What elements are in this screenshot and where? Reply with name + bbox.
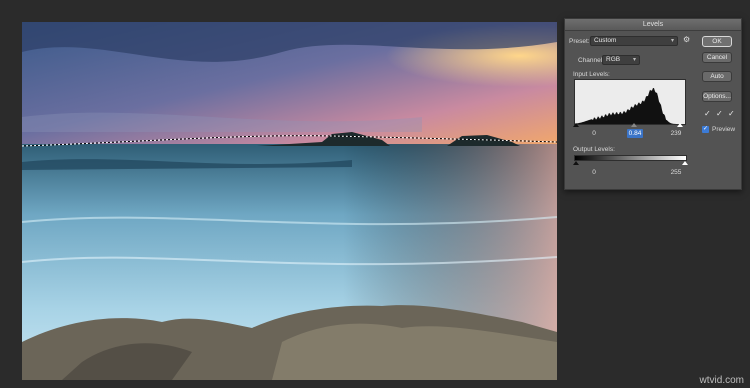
output-levels-label: Output Levels: (573, 146, 615, 153)
options-button[interactable]: Options... (702, 91, 732, 102)
gray-eyedropper-icon[interactable]: ✓ (716, 109, 723, 118)
white-eyedropper-icon[interactable]: ✓ (728, 109, 735, 118)
image-canvas[interactable] (22, 22, 557, 380)
input-levels-label: Input Levels: (573, 71, 610, 78)
histogram-graph (575, 88, 685, 124)
black-eyedropper-icon[interactable]: ✓ (704, 109, 711, 118)
input-black-slider[interactable] (573, 123, 579, 127)
preset-label: Preset: (569, 38, 590, 45)
channel-label: Channel: (578, 57, 605, 64)
preset-value: Custom (594, 37, 617, 44)
levels-dialog: Levels Preset: Custom ▾ ⚙ Channel: RGB ▾… (564, 18, 742, 190)
chevron-down-icon: ▾ (632, 57, 636, 63)
preview-label: Preview (712, 126, 736, 133)
preset-select[interactable]: Custom ▾ (590, 36, 678, 46)
output-white-field[interactable]: 255 (668, 168, 684, 177)
channel-select[interactable]: RGB ▾ (602, 55, 640, 65)
watermark: wtvid.com (699, 375, 744, 386)
input-gamma-slider[interactable] (631, 123, 637, 127)
ok-button[interactable]: OK (702, 36, 732, 47)
output-black-field[interactable]: 0 (587, 168, 601, 177)
input-black-field[interactable]: 0 (587, 129, 601, 138)
auto-button[interactable]: Auto (702, 71, 732, 82)
output-gradient (574, 155, 687, 161)
output-black-slider[interactable] (573, 161, 579, 165)
channel-value: RGB (606, 56, 621, 63)
input-gamma-field[interactable]: 0.84 (627, 129, 643, 138)
chevron-down-icon: ▾ (670, 38, 674, 44)
preview-checkbox[interactable]: ✓ (702, 126, 709, 133)
landscape-photo (22, 22, 557, 380)
dialog-titlebar[interactable]: Levels (565, 19, 741, 31)
output-white-slider[interactable] (682, 161, 688, 165)
gear-icon[interactable]: ⚙ (683, 35, 690, 44)
input-white-slider[interactable] (677, 123, 683, 127)
cancel-button[interactable]: Cancel (702, 52, 732, 63)
input-white-field[interactable]: 239 (668, 129, 684, 138)
histogram (574, 79, 686, 125)
